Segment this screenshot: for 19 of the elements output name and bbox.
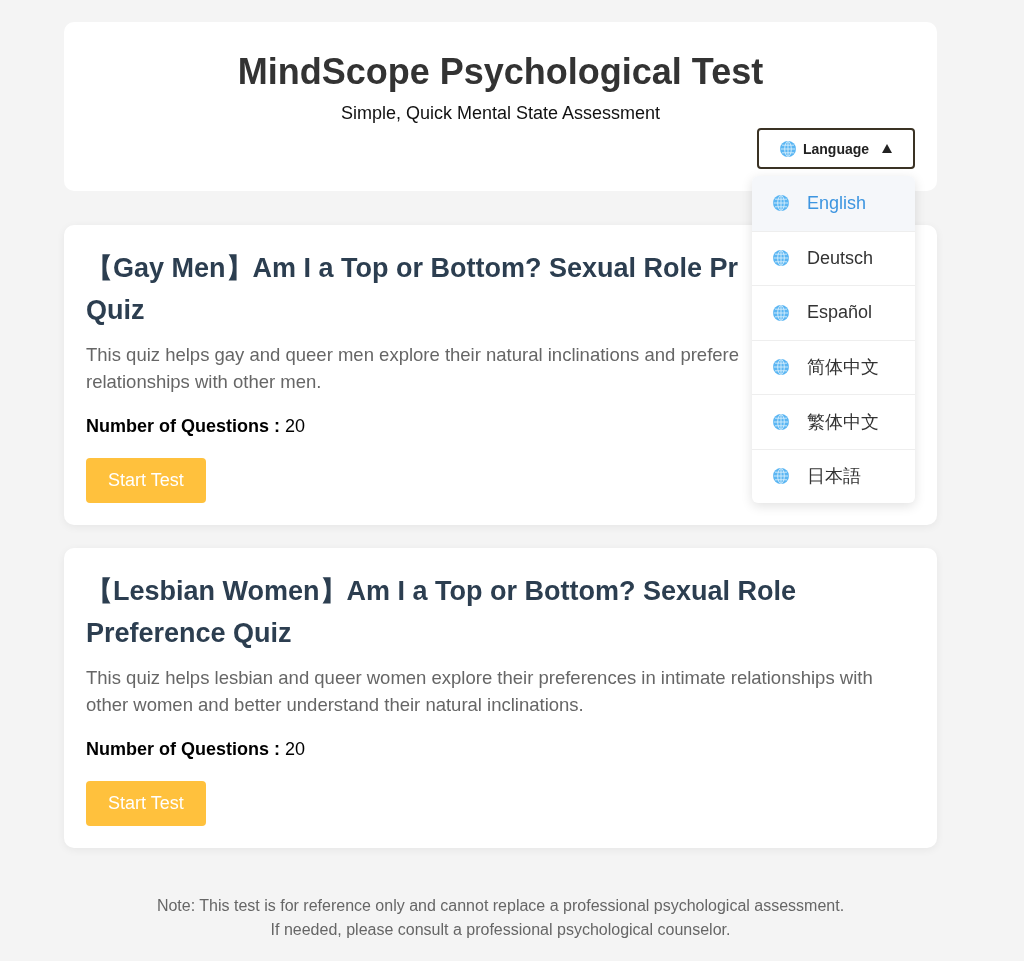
quiz-title: 【Lesbian Women】Am I a Top or Bottom? Sexual Role Preference Quiz bbox=[86, 575, 797, 650]
globe-icon bbox=[773, 195, 789, 212]
globe-icon bbox=[773, 304, 789, 321]
footer-note: Note: This test is for reference only and cannot replace a professional psychological assessment. bbox=[156, 896, 845, 916]
globe-icon bbox=[773, 413, 789, 430]
question-count: Number of Questions : 20 bbox=[86, 415, 306, 438]
globe-icon bbox=[779, 140, 796, 157]
page-subtitle: Simple, Quick Mental State Assessment bbox=[340, 102, 661, 125]
caret-icon bbox=[882, 144, 893, 153]
quiz-description: This quiz helps lesbian and queer women explore their preferences in intimate relationships with other women and better understand their natural inclinations. bbox=[86, 666, 873, 717]
globe-icon bbox=[773, 359, 789, 376]
question-count: Number of Questions : 20 bbox=[86, 738, 306, 761]
quiz-description: This quiz helps gay and queer men explore their natural inclinations and prefere relationships with other men. bbox=[86, 343, 740, 394]
page-title: MindScope Psychological Test bbox=[237, 50, 764, 94]
quiz-title: 【Gay Men】Am I a Top or Bottom? Sexual Role Pr Quiz bbox=[86, 252, 739, 327]
language-button[interactable]: Language bbox=[757, 128, 915, 169]
footer-note: If needed, please consult a professional psychological counselor. bbox=[270, 920, 731, 940]
globe-icon bbox=[773, 468, 789, 485]
globe-icon bbox=[773, 250, 789, 267]
